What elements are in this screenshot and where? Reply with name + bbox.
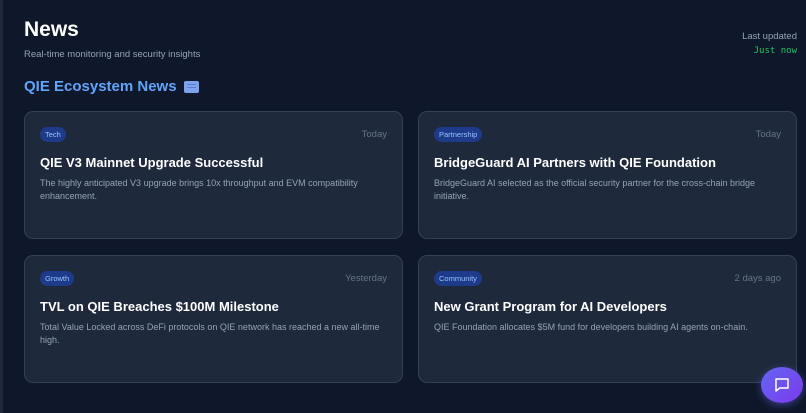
- category-badge: Partnership: [434, 127, 483, 142]
- news-date: Today: [755, 129, 781, 140]
- news-description: QIE Foundation allocates $5M fund for de…: [434, 322, 748, 332]
- news-description: The highly anticipated V3 upgrade brings…: [40, 178, 358, 201]
- news-date: Yesterday: [345, 273, 387, 284]
- newspaper-icon: [183, 80, 199, 93]
- news-title[interactable]: QIE V3 Mainnet Upgrade Successful: [40, 155, 263, 170]
- news-title[interactable]: New Grant Program for AI Developers: [434, 299, 667, 314]
- page-header: News Real-time monitoring and security i…: [24, 18, 200, 60]
- news-date: 2 days ago: [734, 273, 781, 284]
- news-page: News Real-time monitoring and security i…: [0, 0, 806, 413]
- news-card[interactable]: Partnership Today BridgeGuard AI Partner…: [418, 111, 797, 239]
- chat-bubble-icon: [775, 378, 789, 392]
- news-card[interactable]: Growth Yesterday TVL on QIE Breaches $10…: [24, 255, 403, 383]
- last-updated: Last updated Just now: [742, 31, 797, 56]
- category-badge: Community: [434, 271, 482, 286]
- category-badge: Growth: [40, 271, 75, 286]
- news-date: Today: [361, 129, 387, 140]
- category-badge: Tech: [40, 127, 66, 142]
- section-title: QIE Ecosystem News: [24, 78, 199, 95]
- news-card[interactable]: Tech Today QIE V3 Mainnet Upgrade Succes…: [24, 111, 403, 239]
- section-title-text: QIE Ecosystem News: [24, 78, 177, 95]
- news-description: Total Value Locked across DeFi protocols…: [40, 322, 380, 345]
- page-title: News: [24, 18, 79, 41]
- news-description: BridgeGuard AI selected as the official …: [434, 178, 755, 201]
- last-updated-value: Just now: [753, 46, 797, 56]
- chat-button[interactable]: [761, 367, 803, 403]
- page-subtitle: Real-time monitoring and security insigh…: [24, 49, 201, 60]
- news-title[interactable]: TVL on QIE Breaches $100M Milestone: [40, 299, 279, 314]
- news-card[interactable]: Community 2 days ago New Grant Program f…: [418, 255, 797, 383]
- last-updated-label: Last updated: [742, 31, 797, 42]
- news-title[interactable]: BridgeGuard AI Partners with QIE Foundat…: [434, 155, 716, 170]
